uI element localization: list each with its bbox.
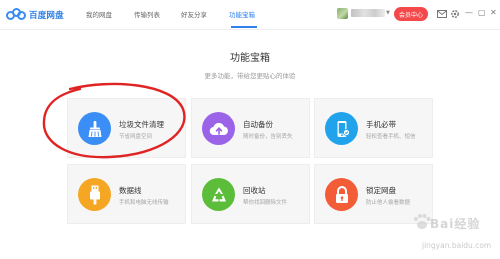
card-recycle-bin[interactable]: 回收站 帮你找回删除文件	[191, 164, 310, 224]
phone-icon	[325, 112, 358, 145]
watermark-url: jingyan.baidu.com	[422, 241, 492, 250]
paw-watermark-icon	[414, 214, 431, 229]
card-title: 自动备份	[243, 120, 273, 129]
app-name: 百度网盘	[29, 11, 64, 21]
card-title: 回收站	[243, 186, 266, 195]
page-title: 功能宝箱	[230, 53, 270, 64]
avatar[interactable]	[337, 8, 348, 19]
tab-transfer-list[interactable]: 传输列表	[134, 9, 160, 19]
card-auto-backup[interactable]: 自动备份 随时备份，告别丢失	[191, 98, 310, 158]
card-description: 随时备份，告别丢失	[243, 134, 293, 140]
card-description: 帮你找回删除文件	[243, 200, 288, 206]
app-logo[interactable]: 百度网盘	[6, 7, 64, 23]
usb-cable-icon	[78, 178, 111, 211]
username-blurred[interactable]	[351, 9, 385, 17]
card-title: 锁定网盘	[366, 186, 396, 195]
card-title: 手机必带	[366, 120, 396, 129]
top-bar: 百度网盘 我的网盘 传输列表 好友分享 功能宝箱 ▼ 会员中心 — ▢ ✕	[0, 0, 500, 30]
cloud-logo-icon	[6, 8, 26, 22]
active-tab-indicator	[231, 26, 257, 28]
card-description: 防止他人偷看数据	[366, 200, 411, 206]
watermark-brand: Bai经验	[430, 217, 481, 231]
minimize-icon[interactable]: —	[465, 7, 473, 19]
recycle-icon	[202, 178, 235, 211]
settings-icon[interactable]	[449, 8, 461, 20]
page-subtitle: 更多功能，带给您更贴心的体验	[204, 72, 296, 80]
restore-icon[interactable]: ▢	[478, 7, 486, 19]
card-description: 轻松查看手机、短信	[366, 134, 416, 140]
card-title: 数据线	[119, 186, 142, 195]
tab-my-disk[interactable]: 我的网盘	[86, 9, 112, 19]
broom-icon	[78, 112, 111, 145]
card-phone-essentials[interactable]: 手机必带 轻松查看手机、短信	[314, 98, 433, 158]
mail-icon[interactable]	[436, 8, 448, 20]
card-title: 垃圾文件清理	[119, 120, 164, 129]
tab-toolbox[interactable]: 功能宝箱	[229, 9, 255, 19]
card-description: 节省网盘空间	[119, 134, 153, 140]
close-icon[interactable]: ✕	[490, 7, 497, 19]
card-description: 手机和电脑无线传输	[119, 200, 169, 206]
member-center-button[interactable]: 会员中心	[394, 7, 428, 21]
cloud-upload-icon	[202, 112, 235, 145]
chevron-down-icon[interactable]: ▼	[386, 10, 390, 16]
lock-icon	[325, 178, 358, 211]
card-data-cable[interactable]: 数据线 手机和电脑无线传输	[67, 164, 186, 224]
tab-friend-share[interactable]: 好友分享	[181, 9, 207, 19]
card-junk-cleanup[interactable]: 垃圾文件清理 节省网盘空间	[67, 98, 186, 158]
